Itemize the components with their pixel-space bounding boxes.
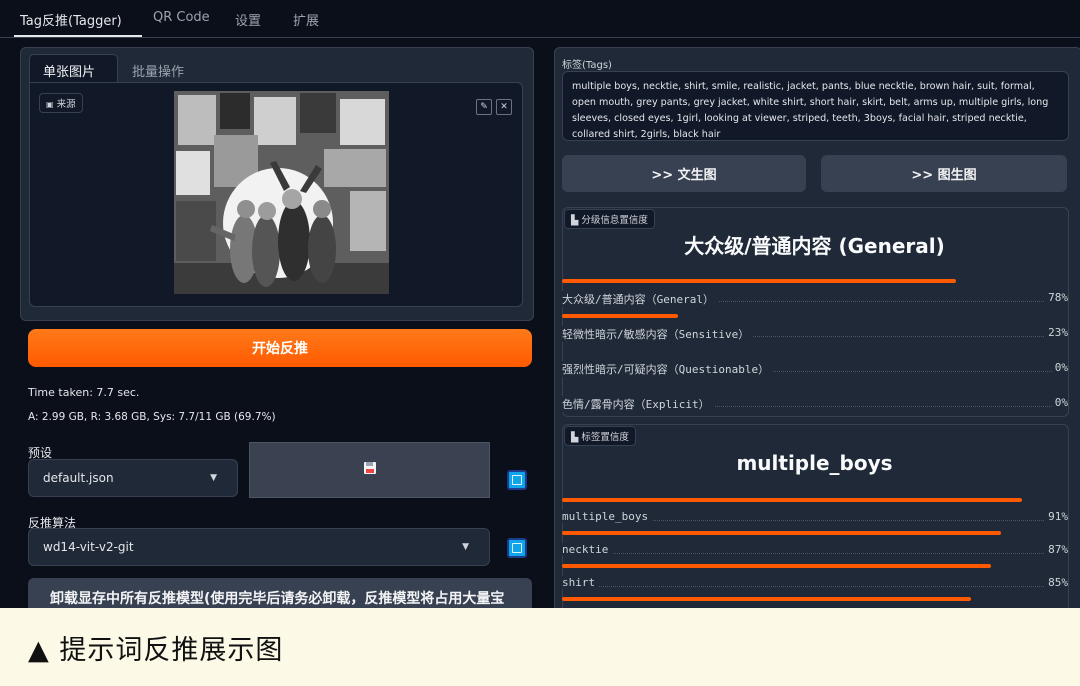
close-icon[interactable]: ✕ (496, 99, 512, 115)
dotted-leader (562, 586, 1068, 587)
memory-usage-text: A: 2.99 GB, R: 3.68 GB, Sys: 7.7/11 GB (… (28, 411, 276, 423)
rating-name: 大众级/普通内容（General） (562, 291, 718, 307)
tag-title: multiple_boys (736, 451, 893, 475)
rating-row: 色情/露骨内容（Explicit） 0% (562, 396, 1068, 412)
algo-select[interactable]: wd14-vit-v2-git ▼ (28, 528, 490, 566)
chart-icon: ▙ (571, 215, 579, 226)
rating-bar (562, 279, 956, 283)
active-tab-underline (14, 35, 142, 37)
rating-percent: 78% (1045, 291, 1068, 304)
tag-confidence-bar (562, 498, 1022, 502)
rating-row: 强烈性暗示/可疑内容（Questionable） 0% (562, 361, 1068, 377)
rating-name: 轻微性暗示/敏感内容（Sensitive） (562, 326, 754, 342)
unload-models-button[interactable]: 卸载显存中所有反推模型(使用完毕后请务必卸载，反推模型将占用大量宝 (28, 578, 532, 608)
caption-bar: ▲ 提示词反推展示图 (0, 608, 1080, 686)
tag-confidence-percent: 91% (1045, 510, 1068, 523)
tagger-app: Tag反推(Tagger) QR Code 设置 扩展 单张图片 批量操作 ▣ … (0, 0, 1080, 608)
chart-icon: ▙ (571, 432, 579, 443)
tag-confidence-row: shirt 85% (562, 576, 1068, 592)
photo-collage (174, 91, 389, 294)
tag-confidence-percent: 85% (1045, 576, 1068, 589)
edit-icon[interactable]: ✎ (476, 99, 492, 115)
time-taken-text: Time taken: 7.7 sec. (28, 386, 140, 399)
uploaded-photo (174, 91, 389, 294)
tag-confidence-name: shirt (562, 576, 600, 589)
caption-text: ▲ 提示词反推展示图 (28, 634, 284, 666)
tag-confidence-row: necktie 87% (562, 543, 1068, 559)
rating-percent: 23% (1045, 326, 1068, 339)
tab-settings[interactable]: 设置 (235, 10, 261, 29)
tag-confidence-name: necktie (562, 543, 613, 556)
dotted-leader (562, 553, 1068, 554)
top-tab-bar: Tag反推(Tagger) QR Code 设置 扩展 (0, 0, 1080, 38)
chevron-down-icon: ▼ (210, 473, 217, 483)
tags-label: 标签(Tags) (562, 60, 612, 71)
tag-confidence-bar (562, 597, 971, 601)
chevron-down-icon: ▼ (462, 542, 469, 552)
rating-title: 大众级/普通内容 (General) (684, 234, 945, 258)
tag-confidence-row: multiple_boys 91% (562, 510, 1068, 526)
tag-confidence-bar (562, 531, 1001, 535)
tag-confidence-percent: 87% (1045, 543, 1068, 556)
refresh-preset-icon[interactable] (507, 470, 527, 490)
save-icon (364, 462, 376, 474)
tab-qr-code[interactable]: QR Code (153, 10, 210, 25)
tags-text: multiple boys, necktie, shirt, smile, re… (572, 81, 1049, 140)
tag-confidence-name: multiple_boys (562, 510, 653, 523)
rating-percent: 0% (1051, 361, 1068, 374)
rating-block-label: ▙ 分级信息置信度 (564, 209, 655, 229)
algo-value: wd14-vit-v2-git (43, 540, 134, 554)
rating-name: 色情/露骨内容（Explicit） (562, 396, 714, 412)
tag-confidence-bar (562, 564, 991, 568)
refresh-algo-icon[interactable] (507, 538, 527, 558)
preset-select[interactable]: default.json ▼ (28, 459, 238, 497)
preset-value: default.json (43, 471, 114, 485)
image-icon: ▣ (46, 100, 54, 109)
tags-textbox[interactable]: multiple boys, necktie, shirt, smile, re… (562, 71, 1069, 141)
send-to-img2img-button[interactable]: >> 图生图 (821, 155, 1067, 192)
tab-extensions[interactable]: 扩展 (293, 10, 319, 29)
rating-name: 强烈性暗示/可疑内容（Questionable） (562, 361, 774, 377)
interrogate-button[interactable]: 开始反推 (28, 329, 532, 367)
sub-tab-single-image[interactable]: 单张图片 (43, 61, 95, 80)
rating-bar (562, 314, 678, 318)
save-preset-button[interactable] (249, 442, 490, 498)
tag-confidence-label: ▙ 标签置信度 (564, 426, 636, 446)
sub-tab-batch[interactable]: 批量操作 (132, 61, 184, 80)
rating-percent: 0% (1051, 396, 1068, 409)
unload-models-label: 卸载显存中所有反推模型(使用完毕后请务必卸载，反推模型将占用大量宝 (50, 591, 505, 607)
rating-row: 大众级/普通内容（General） 78% (562, 291, 1068, 307)
send-to-txt2img-button[interactable]: >> 文生图 (562, 155, 806, 192)
source-label: ▣ 来源 (39, 93, 83, 113)
rating-row: 轻微性暗示/敏感内容（Sensitive） 23% (562, 326, 1068, 342)
tab-tagger[interactable]: Tag反推(Tagger) (20, 10, 122, 29)
